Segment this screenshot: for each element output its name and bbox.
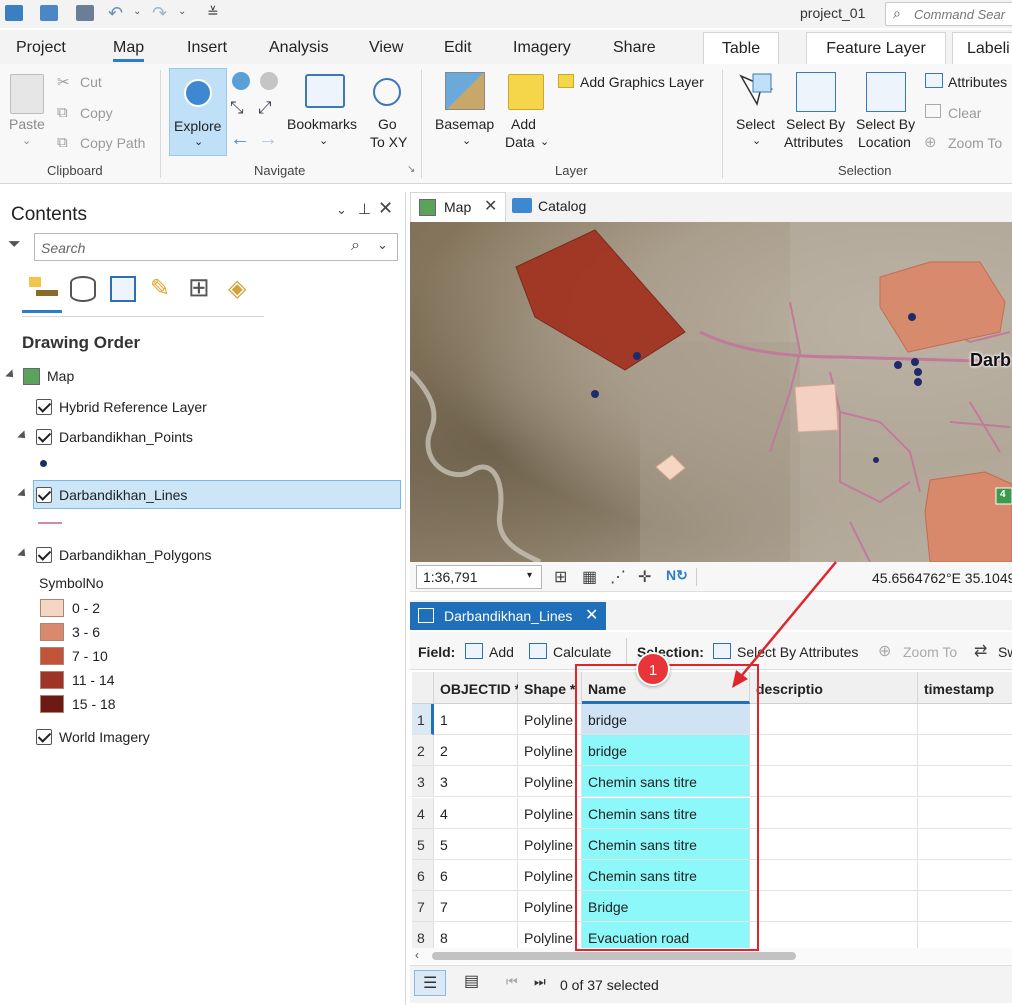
annotation-arrow: [732, 561, 837, 688]
annotation-badge: 1: [636, 652, 670, 686]
